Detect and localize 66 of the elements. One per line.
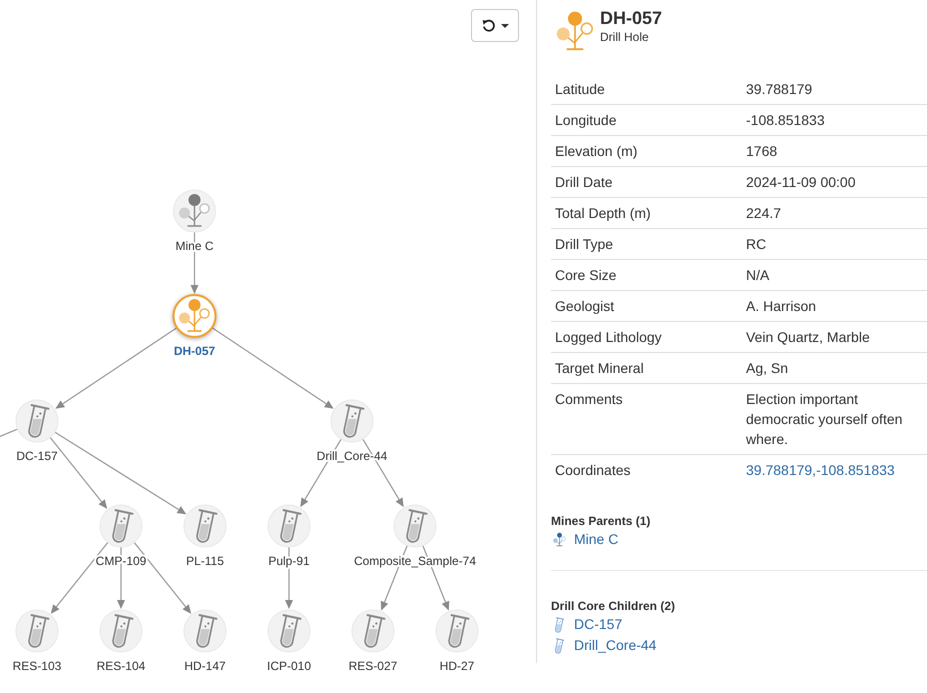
section-title: Drill Core Children (2) (551, 598, 676, 614)
node-label[interactable]: RES-104 (96, 659, 146, 673)
field-value: A. Harrison (742, 290, 927, 322)
node-label[interactable]: PL-115 (186, 554, 224, 568)
node-label[interactable]: Mine C (176, 239, 214, 253)
reset-menu-button[interactable] (471, 9, 519, 42)
field-label: Drill Type (551, 228, 742, 260)
test-tube-icon (448, 614, 470, 648)
test-tube-icon (554, 616, 564, 632)
node-label[interactable]: CMP-109 (96, 554, 146, 568)
node-label[interactable]: RES-103 (12, 659, 62, 673)
field-value: Vein Quartz, Marble (742, 322, 927, 352)
field-value: -108.851833 (742, 104, 927, 136)
test-tube-icon (28, 614, 50, 648)
section-title: Mines Parents (1) (551, 513, 652, 529)
test-tube-icon (280, 509, 302, 543)
field-label: Core Size (551, 260, 742, 290)
balloons-icon (179, 299, 210, 332)
field-value: Ag, Sn (742, 352, 927, 384)
caret-icon (500, 24, 508, 28)
node-label[interactable]: ICP-010 (266, 659, 312, 673)
field-value: 224.7 (742, 198, 927, 228)
balloons-icon (556, 11, 594, 51)
field-value: 1768 (742, 136, 927, 166)
node-label[interactable]: Composite_Sample-74 (354, 554, 476, 568)
field-value: RC (742, 228, 927, 260)
balloons-icon (179, 194, 210, 227)
test-tube-icon (112, 614, 134, 648)
field-label: Coordinates (551, 454, 742, 485)
test-tube-icon (28, 404, 50, 438)
test-tube-icon (196, 509, 218, 543)
test-tube-icon (112, 509, 134, 543)
node-label[interactable]: Pulp-91 (268, 554, 310, 568)
undo-icon (482, 18, 496, 32)
field-label: Target Mineral (551, 352, 742, 384)
test-tube-icon (554, 638, 564, 654)
node-label[interactable]: DC-157 (16, 449, 58, 463)
field-label: Drill Date (551, 166, 742, 198)
field-label: Comments (551, 384, 742, 454)
node-label[interactable]: DH-057 (174, 344, 216, 358)
relation-link[interactable]: DC-157 (551, 614, 622, 635)
test-tube-icon (406, 509, 428, 543)
test-tube-icon (343, 404, 364, 438)
field-label: Logged Lithology (551, 322, 742, 352)
field-value: N/A (742, 260, 927, 290)
relation-link[interactable]: Drill_Core-44 (551, 635, 656, 656)
field-label: Latitude (551, 74, 742, 104)
node-label[interactable]: RES-027 (348, 659, 398, 673)
field-value: Election important democratic yourself often where. (742, 384, 927, 454)
item-title: DH-057 (600, 7, 662, 29)
test-tube-icon (280, 614, 302, 648)
field-label: Geologist (551, 290, 742, 322)
field-value: 39.788179 (742, 74, 927, 104)
balloons-icon (553, 532, 566, 547)
field-label: Elevation (m) (551, 136, 742, 166)
relation-link[interactable]: Mine C (551, 529, 618, 550)
node-label[interactable]: HD-27 (440, 659, 474, 673)
test-tube-icon (364, 614, 386, 648)
item-type: Drill Hole (600, 30, 650, 44)
node-label[interactable]: HD-147 (184, 659, 226, 673)
node-label[interactable]: Drill_Core-44 (316, 449, 388, 463)
field-value: 2024-11-09 00:00 (742, 166, 927, 198)
test-tube-icon (196, 614, 218, 648)
field-label: Longitude (551, 104, 742, 136)
field-label: Total Depth (m) (551, 198, 742, 228)
value-link[interactable]: 39.788179,-108.851833 (746, 462, 895, 478)
